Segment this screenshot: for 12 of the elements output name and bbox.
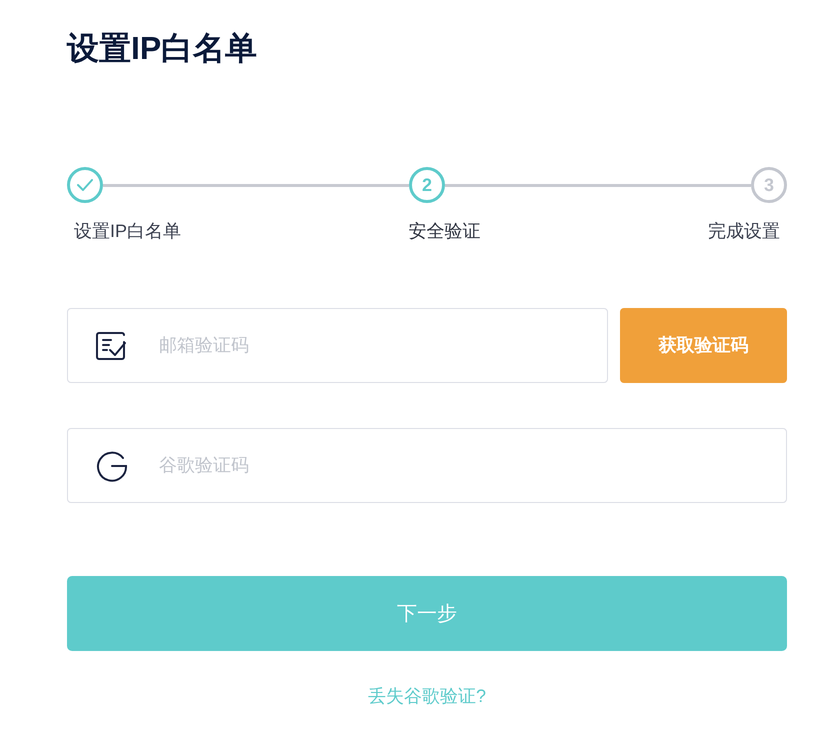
letter-g-icon — [96, 450, 128, 482]
email-code-field[interactable]: 邮箱验证码 — [67, 308, 608, 383]
get-code-button[interactable]: 获取验证码 — [620, 308, 787, 383]
lost-google-verification-link[interactable]: 丢失谷歌验证? — [368, 683, 486, 709]
step-label: 安全验证 — [408, 220, 480, 243]
check-icon — [77, 179, 93, 191]
document-check-icon — [96, 332, 126, 360]
next-step-button[interactable]: 下一步 — [67, 576, 787, 651]
google-code-field[interactable]: 谷歌验证码 — [67, 428, 787, 503]
step-label: 完成设置 — [708, 220, 780, 243]
step-label: 设置IP白名单 — [74, 220, 182, 243]
page-title: 设置IP白名单 — [67, 29, 258, 68]
